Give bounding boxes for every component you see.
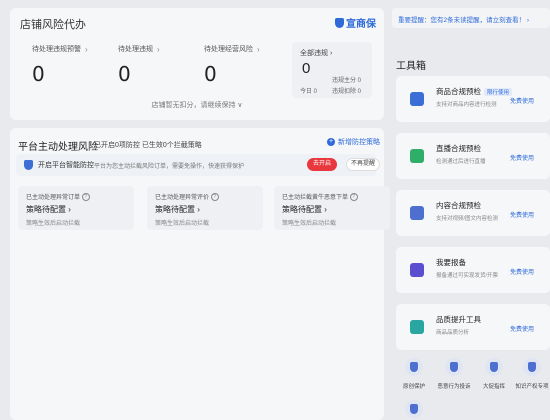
smart-protection-banner: 开启平台智能防控 平台为您主动拦截风险订单，需要免操作，快速获得保护 去开启 不… xyxy=(16,154,380,176)
tool-description: 支持对商品内容进行检测 xyxy=(436,102,497,108)
tool-description: 检测通过后进行直播 xyxy=(436,159,486,165)
banner-description: 平台为您主动拦截风险订单，需要免操作，快速获得保护 xyxy=(94,164,245,170)
all-violations-panel[interactable]: 全部违规 › 0 今日 0 违规主分 0 违规扣除 0 xyxy=(292,42,372,98)
metric-label: 待处理经营风险 xyxy=(204,46,253,53)
dismiss-reminder-button[interactable]: 不再提醒 xyxy=(346,158,380,171)
strategy-card-orders[interactable]: 已主动处理异常订单 ? 策略待配置 › 策略生效后启动拦截 xyxy=(18,186,134,230)
help-icon[interactable]: ? xyxy=(349,193,358,202)
risk-footnote[interactable]: 店铺暂无扣分，请继续保持 ∨ xyxy=(10,100,384,110)
plus-icon: + xyxy=(327,138,335,146)
free-use-link[interactable]: 免费使用 xyxy=(510,324,534,333)
metric-pending-warning[interactable]: 待处理违规预警 › 0 xyxy=(32,44,112,104)
metric-pending-business-risk[interactable]: 待处理经营风险 › 0 xyxy=(204,44,284,104)
violation-deduction: 违规扣除 0 xyxy=(332,89,362,95)
strategy-note: 策略生效后启动拦截 xyxy=(26,221,81,227)
chevron-right-icon: › xyxy=(257,44,260,54)
shield-icon xyxy=(405,358,423,376)
today-count: 今日 0 xyxy=(300,89,318,95)
strategy-note: 策略生效后启动拦截 xyxy=(155,221,210,227)
strategy-card-scalper[interactable]: 已主动拦截黄牛恶意下单 ? 策略待配置 › 策略生效后启动拦截 xyxy=(274,186,390,230)
chevron-right-icon: › xyxy=(157,44,160,54)
new-strategy-label: 新增防控策略 xyxy=(338,139,380,146)
metric-value: 0 xyxy=(204,62,217,86)
tool-description: 商品品质分析 xyxy=(436,330,470,336)
quick-malicious-complaint[interactable]: 恶意行为投诉 xyxy=(432,358,476,390)
diamond-icon xyxy=(410,320,424,334)
tool-quality-improve[interactable]: 品质提升工具 商品品质分析 免费使用 xyxy=(396,304,550,350)
chevron-right-icon: › xyxy=(85,44,88,54)
chevron-right-icon: › xyxy=(197,205,200,214)
risk-brand-link[interactable]: 宣商保 xyxy=(335,15,376,30)
toolbox-title: 工具箱 xyxy=(396,61,426,72)
megaphone-icon xyxy=(485,358,503,376)
store-risk-title: 店铺风险代办 xyxy=(20,19,86,31)
notice-text: 重要提醒：您有2条未读提醒，请立刻查看！ › xyxy=(398,17,530,24)
video-icon xyxy=(410,206,424,220)
metric-label: 待处理违规预警 xyxy=(32,46,81,53)
live-code-icon xyxy=(410,149,424,163)
strategy-status: 策略待配置 xyxy=(26,205,66,214)
quick-label: 原创保护 xyxy=(402,384,425,390)
metric-label: 待处理违规 xyxy=(118,46,153,53)
free-use-link[interactable]: 免费使用 xyxy=(510,267,534,276)
tool-name: 我要报备 xyxy=(436,258,466,267)
tool-description: 支持对视频/图文内容检测 xyxy=(436,216,499,222)
free-use-link[interactable]: 免费使用 xyxy=(510,210,534,219)
all-violations-label: 全部违规 › xyxy=(300,50,333,57)
strategy-header: 已主动处理异常评价 xyxy=(155,195,210,201)
violation-score: 违规主分 0 xyxy=(332,78,362,84)
shield-icon xyxy=(335,17,344,28)
warning-icon xyxy=(445,358,463,376)
document-icon xyxy=(523,358,541,376)
all-violations-value: 0 xyxy=(302,60,311,77)
shield-check-icon xyxy=(24,160,33,170)
banner-title: 开启平台智能防控 xyxy=(38,162,94,169)
tool-name: 品质提升工具 xyxy=(436,315,481,324)
strategy-header: 已主动拦截黄牛恶意下单 xyxy=(282,195,349,201)
proactive-subtitle: 已开启0项防控 已生效0个拦截策略 xyxy=(94,142,202,149)
tool-filing[interactable]: 我要报备 报备通过可实现发货/开票 免费使用 xyxy=(396,247,550,293)
free-use-link[interactable]: 免费使用 xyxy=(510,96,534,105)
quick-label: 恶意行为投诉 xyxy=(437,384,471,390)
quick-original-protection[interactable]: 原创保护 xyxy=(392,358,436,390)
metric-value: 0 xyxy=(32,62,45,86)
tool-tag: 限行使用 xyxy=(484,88,513,97)
quick-ip-special[interactable]: 知识产权专项 xyxy=(510,358,550,390)
strategy-header: 已主动处理异常订单 xyxy=(26,195,81,201)
tool-content-precheck[interactable]: 内容合规预检 支持对视频/图文内容检测 免费使用 xyxy=(396,190,550,236)
tool-name: 直播合规预检 xyxy=(436,144,481,153)
metric-value: 0 xyxy=(118,62,131,86)
new-strategy-button[interactable]: + 新增防控策略 xyxy=(327,137,380,147)
alert-icon xyxy=(405,400,423,418)
chevron-right-icon: › xyxy=(324,205,327,214)
strategy-status: 策略待配置 xyxy=(282,205,322,214)
tool-name: 内容合规预检 xyxy=(436,201,481,210)
proactive-risk-card: 平台主动处理风险 已开启0项防控 已生效0个拦截策略 + 新增防控策略 开启平台… xyxy=(10,128,390,420)
chevron-right-icon: › xyxy=(68,205,71,214)
help-icon[interactable]: ? xyxy=(210,193,219,202)
free-use-link[interactable]: 免费使用 xyxy=(510,153,534,162)
quick-more[interactable] xyxy=(392,400,436,418)
tool-live-precheck[interactable]: 直播合规预检 检测通过后进行直播 免费使用 xyxy=(396,133,550,179)
search-shield-icon xyxy=(410,92,424,106)
tool-name: 商品合规预检 xyxy=(436,87,481,96)
store-risk-card: 店铺风险代办 宣商保 待处理违规预警 › 0 待处理违规 › 0 待处理经营风险 › … xyxy=(10,8,384,120)
help-icon[interactable]: ? xyxy=(81,193,90,202)
house-check-icon xyxy=(410,263,424,277)
strategy-card-reviews[interactable]: 已主动处理异常评价 ? 策略待配置 › 策略生效后启动拦截 xyxy=(147,186,263,230)
important-notice-bar[interactable]: 重要提醒：您有2条未读提醒，请立刻查看！ › xyxy=(392,8,550,28)
enable-button[interactable]: 去开启 xyxy=(307,158,337,171)
tool-description: 报备通过可实现发货/开票 xyxy=(436,273,499,279)
strategy-status: 策略待配置 xyxy=(155,205,195,214)
strategy-note: 策略生效后启动拦截 xyxy=(282,221,337,227)
tool-product-precheck[interactable]: 商品合规预检 限行使用 支持对商品内容进行检测 免费使用 xyxy=(396,76,550,122)
proactive-title: 平台主动处理风险 xyxy=(18,142,98,153)
quick-label: 知识产权专项 xyxy=(515,384,549,390)
metric-pending-violation[interactable]: 待处理违规 › 0 xyxy=(118,44,198,104)
risk-brand-label: 宣商保 xyxy=(346,19,376,30)
